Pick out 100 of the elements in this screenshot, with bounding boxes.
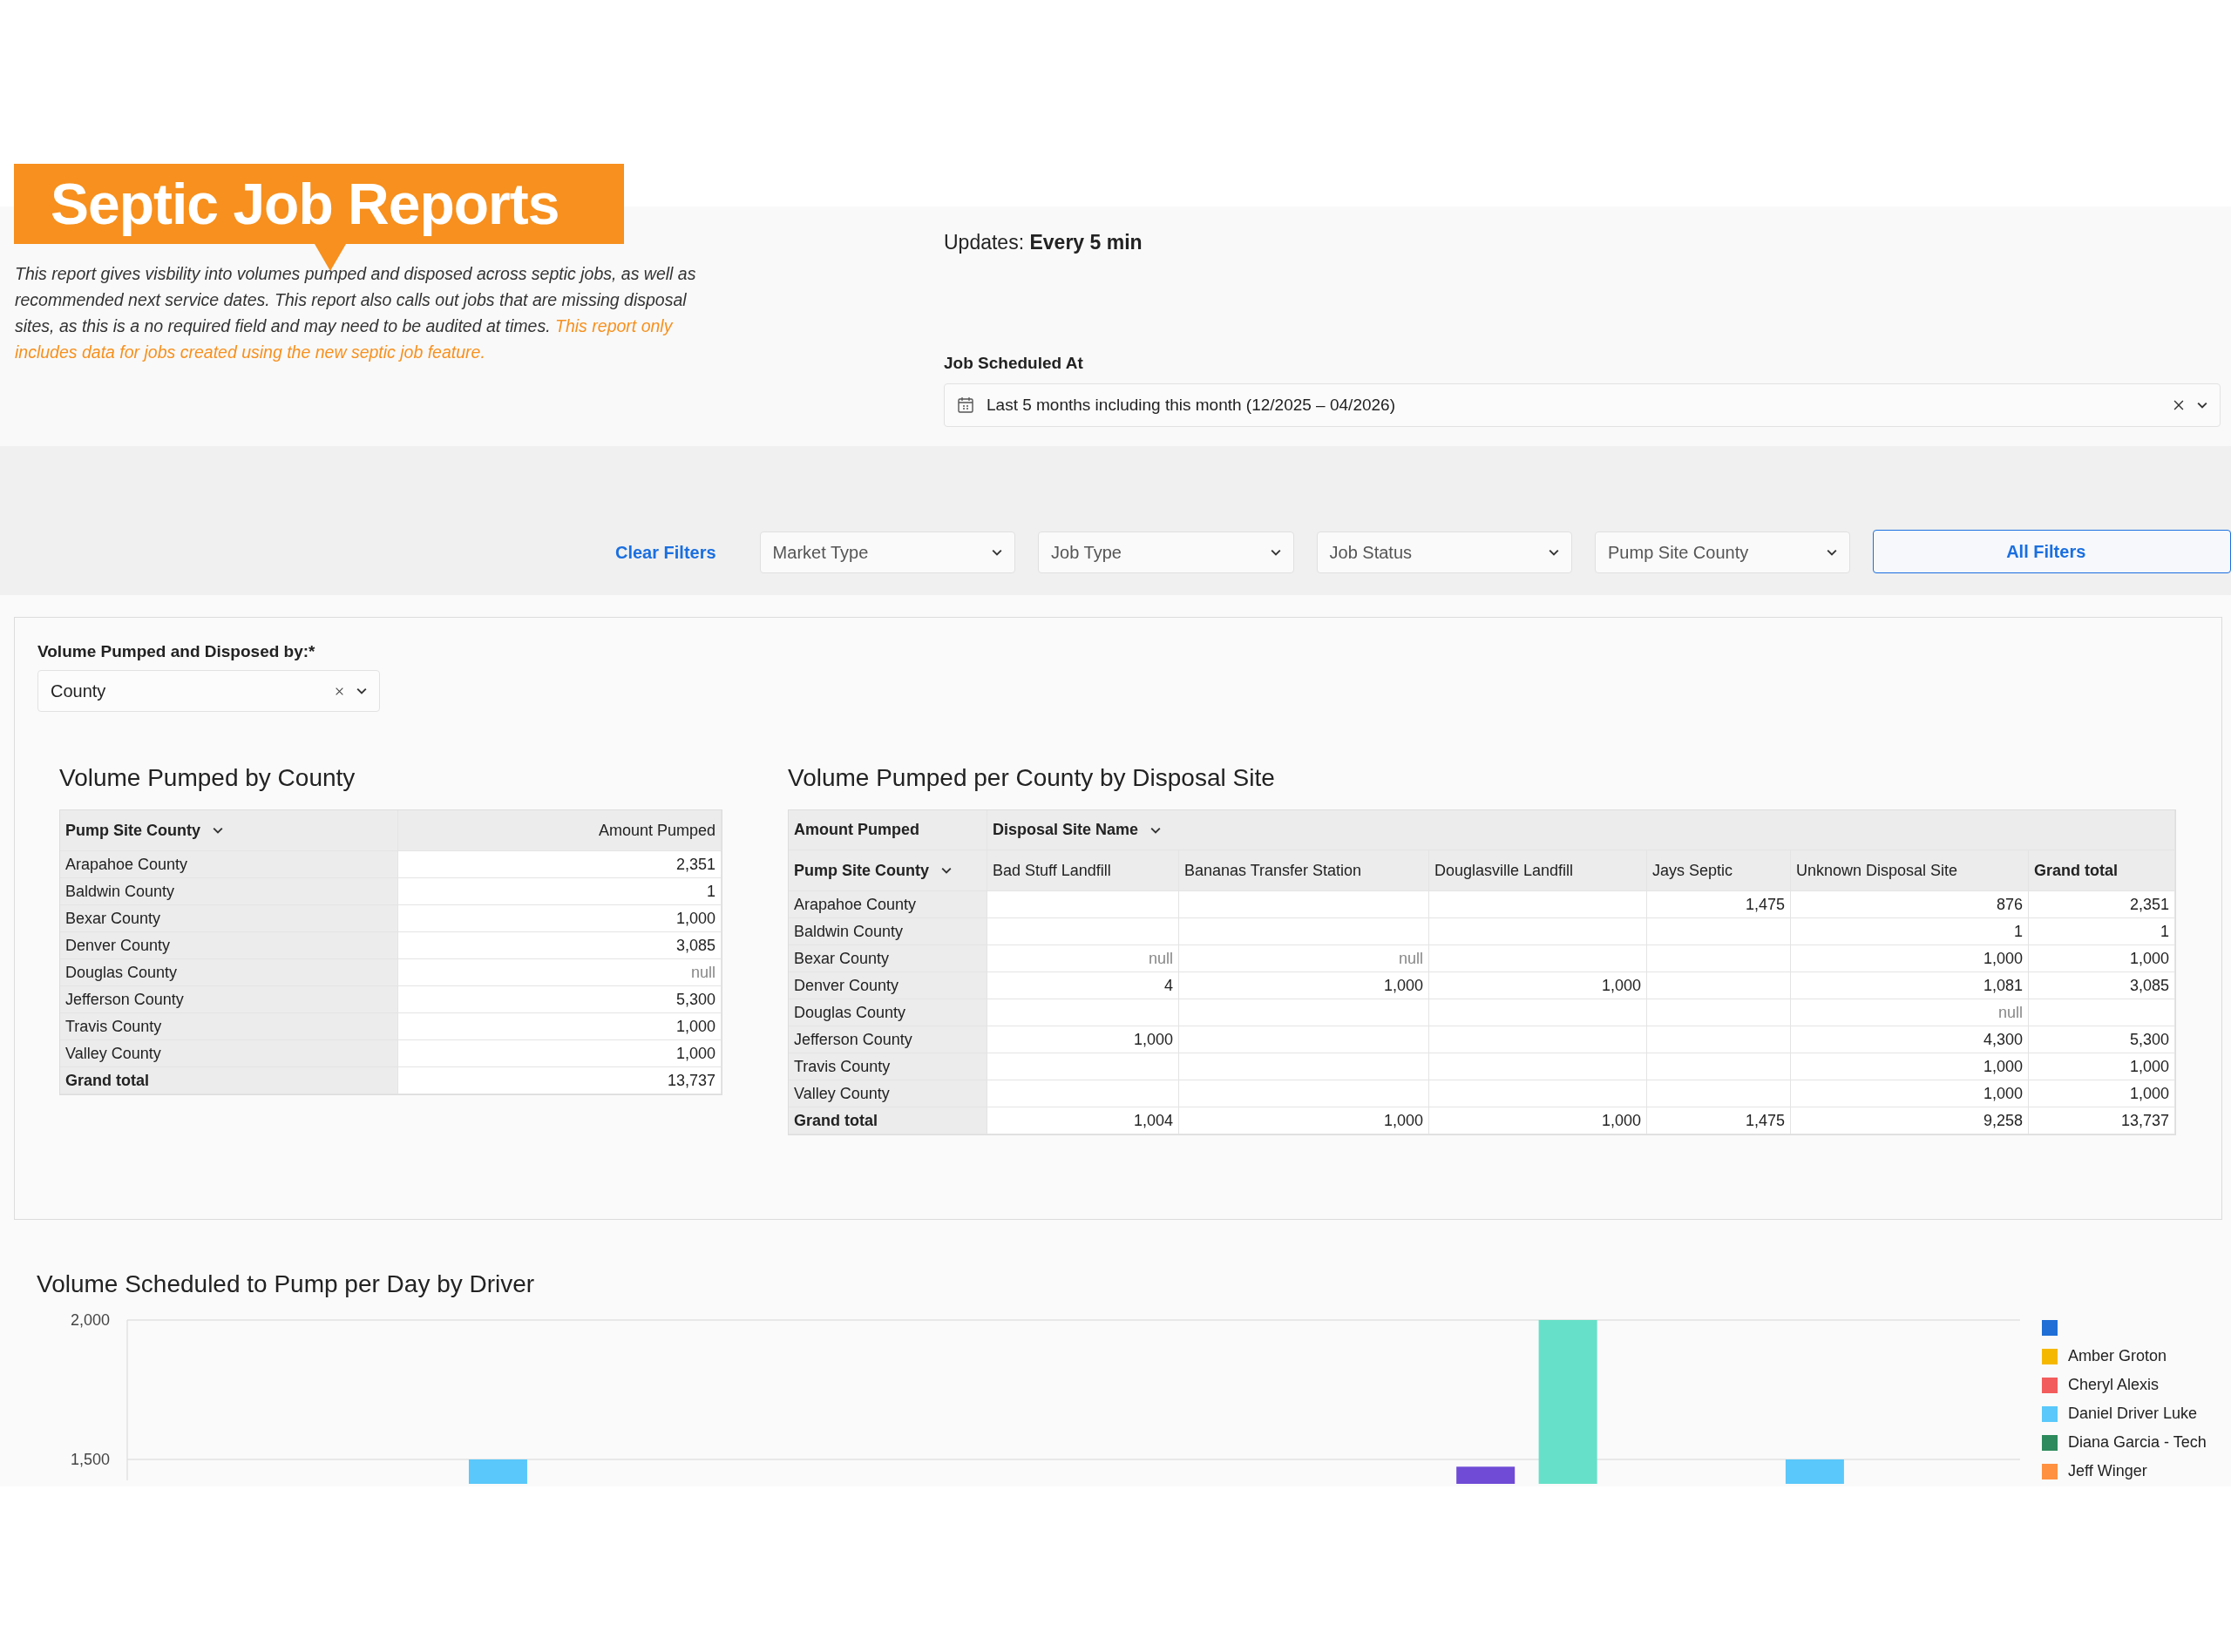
- bar: [468, 1459, 527, 1484]
- axis-label: 1,500: [70, 1451, 110, 1468]
- field-label: Job Scheduled At: [944, 354, 1084, 373]
- row-header: Arapahoe County: [60, 851, 398, 878]
- table-cell: 1,000: [398, 1013, 722, 1040]
- legend-label: Daniel Driver Luke: [2068, 1405, 2198, 1423]
- chart-title: Volume Scheduled to Pump per Day by Driver: [37, 1270, 536, 1298]
- row-header: Valley County: [789, 1080, 987, 1107]
- filter-dropdown[interactable]: Market Type: [759, 531, 1016, 573]
- column-header: Douglasville Landfill: [1429, 850, 1647, 891]
- field-label: Volume Pumped and Disposed by:*: [37, 642, 316, 661]
- table-cell: 1,000: [1791, 1053, 2029, 1080]
- table-cell: 1,000: [2029, 945, 2175, 972]
- chevron-icon: [1827, 549, 1838, 556]
- row-header: Bexar County: [789, 945, 987, 972]
- legend-label: Cheryl Alexis: [2068, 1376, 2160, 1394]
- table-cell: 1,000: [1791, 945, 2029, 972]
- calendar-icon: [957, 396, 974, 414]
- row-header: Baldwin County: [789, 918, 987, 945]
- description-text: This report gives visbility into volumes pumped and disposed across septic jobs, as well as recommended next service dates. This report also calls out jobs that are missing disposal sites, as this is a no required field and may need to be audited at times. This report only includes data for jobs created using the new septic job feature.: [15, 263, 697, 363]
- updates-text: Updates: Every 5 min: [944, 231, 1143, 254]
- legend-label: Amber Groton: [2068, 1347, 2167, 1365]
- column-header[interactable]: Pump Site County: [60, 810, 398, 851]
- table-cell: 5,300: [398, 986, 722, 1013]
- close-icon[interactable]: [2173, 399, 2185, 411]
- column-header: Amount Pumped: [398, 810, 722, 851]
- column-header: Amount Pumped: [789, 810, 987, 850]
- table-cell: null: [987, 945, 1179, 972]
- table-cell: 1,475: [1647, 891, 1791, 918]
- chevron-icon: [1549, 549, 1559, 556]
- chevron-icon: [2197, 402, 2207, 409]
- chevron-icon: [992, 549, 1003, 556]
- table-cell: null: [398, 959, 722, 986]
- table-cell: 1,000: [987, 1026, 1179, 1053]
- table-cell: 3,085: [2029, 972, 2175, 999]
- row-header: Douglas County: [789, 999, 987, 1026]
- table-cell: 1,000: [2029, 1080, 2175, 1107]
- table-cell: 2,351: [2029, 891, 2175, 918]
- row-header: Denver County: [789, 972, 987, 999]
- chevron-icon: [1270, 549, 1281, 556]
- row-header: Bexar County: [60, 905, 398, 932]
- column-header: Unknown Disposal Site: [1791, 850, 2029, 891]
- row-header: Travis County: [60, 1013, 398, 1040]
- row-header: Arapahoe County: [789, 891, 987, 918]
- column-header[interactable]: Disposal Site Name: [987, 810, 2175, 850]
- chevron-icon: [356, 687, 367, 694]
- column-header: Grand total: [2029, 850, 2175, 891]
- all-filters-button[interactable]: All Filters: [1873, 530, 2231, 573]
- column-header[interactable]: Pump Site County: [789, 850, 987, 891]
- table-cell: 1,000: [1429, 1107, 1647, 1134]
- table-cell: 4,300: [1791, 1026, 2029, 1053]
- filter-dropdown[interactable]: Job Status: [1316, 531, 1572, 573]
- table-cell: 1: [1791, 918, 2029, 945]
- row-header: Travis County: [789, 1053, 987, 1080]
- legend-label: Diana Garcia - Tech: [2068, 1433, 2207, 1452]
- table-cell: 876: [1791, 891, 2029, 918]
- row-header: Valley County: [60, 1040, 398, 1067]
- column-header: Bad Stuff Landfill: [987, 850, 1179, 891]
- table-cell: 13,737: [398, 1067, 722, 1094]
- date-range-field[interactable]: Last 5 months including this month (12/2025 – 04/2026): [944, 383, 2221, 427]
- row-header: Denver County: [60, 932, 398, 959]
- table-cell: 3,085: [398, 932, 722, 959]
- table-cell: 1,475: [1647, 1107, 1791, 1134]
- table-cell: 1,000: [1179, 1107, 1429, 1134]
- chevron-icon: [941, 867, 952, 874]
- table-cell: 1,000: [1179, 972, 1429, 999]
- bar: [1456, 1466, 1516, 1484]
- table-title: Volume Pumped by County: [59, 764, 356, 792]
- table-cell: 5,300: [2029, 1026, 2175, 1053]
- table-cell: 1: [2029, 918, 2175, 945]
- chevron-icon: [213, 827, 223, 834]
- table-cell: null: [1179, 945, 1429, 972]
- axis-label: 2,000: [70, 1311, 110, 1329]
- table-cell: 1,004: [987, 1107, 1179, 1134]
- column-header: Jays Septic: [1647, 850, 1791, 891]
- row-header: Grand total: [60, 1067, 398, 1094]
- table-cell: 2,351: [398, 851, 722, 878]
- table-cell: 1,000: [1429, 972, 1647, 999]
- table-cell: 1,081: [1791, 972, 2029, 999]
- row-header: Grand total: [789, 1107, 987, 1134]
- row-header: Baldwin County: [60, 878, 398, 905]
- table-cell: 4: [987, 972, 1179, 999]
- row-header: Jefferson County: [60, 986, 398, 1013]
- grouping-select[interactable]: County: [37, 670, 380, 712]
- filter-dropdown[interactable]: Pump Site County: [1595, 531, 1851, 573]
- table-title: Volume Pumped per County by Disposal Site: [788, 764, 1276, 792]
- row-header: Douglas County: [60, 959, 398, 986]
- table-cell: 1,000: [2029, 1053, 2175, 1080]
- legend-label: Jeff Winger: [2068, 1462, 2147, 1480]
- table-cell: 1,000: [398, 905, 722, 932]
- table-cell: 1,000: [398, 1040, 722, 1067]
- row-header: Jefferson County: [789, 1026, 987, 1053]
- clear-filters-link[interactable]: Clear Filters: [615, 531, 716, 573]
- table-cell: 1,000: [1791, 1080, 2029, 1107]
- close-icon[interactable]: [335, 686, 344, 696]
- table-cell: 9,258: [1791, 1107, 2029, 1134]
- filter-dropdown[interactable]: Job Type: [1038, 531, 1294, 573]
- column-header: Bananas Transfer Station: [1179, 850, 1429, 891]
- chevron-icon: [1150, 826, 1162, 834]
- report-title: Septic Job Reports: [14, 164, 624, 244]
